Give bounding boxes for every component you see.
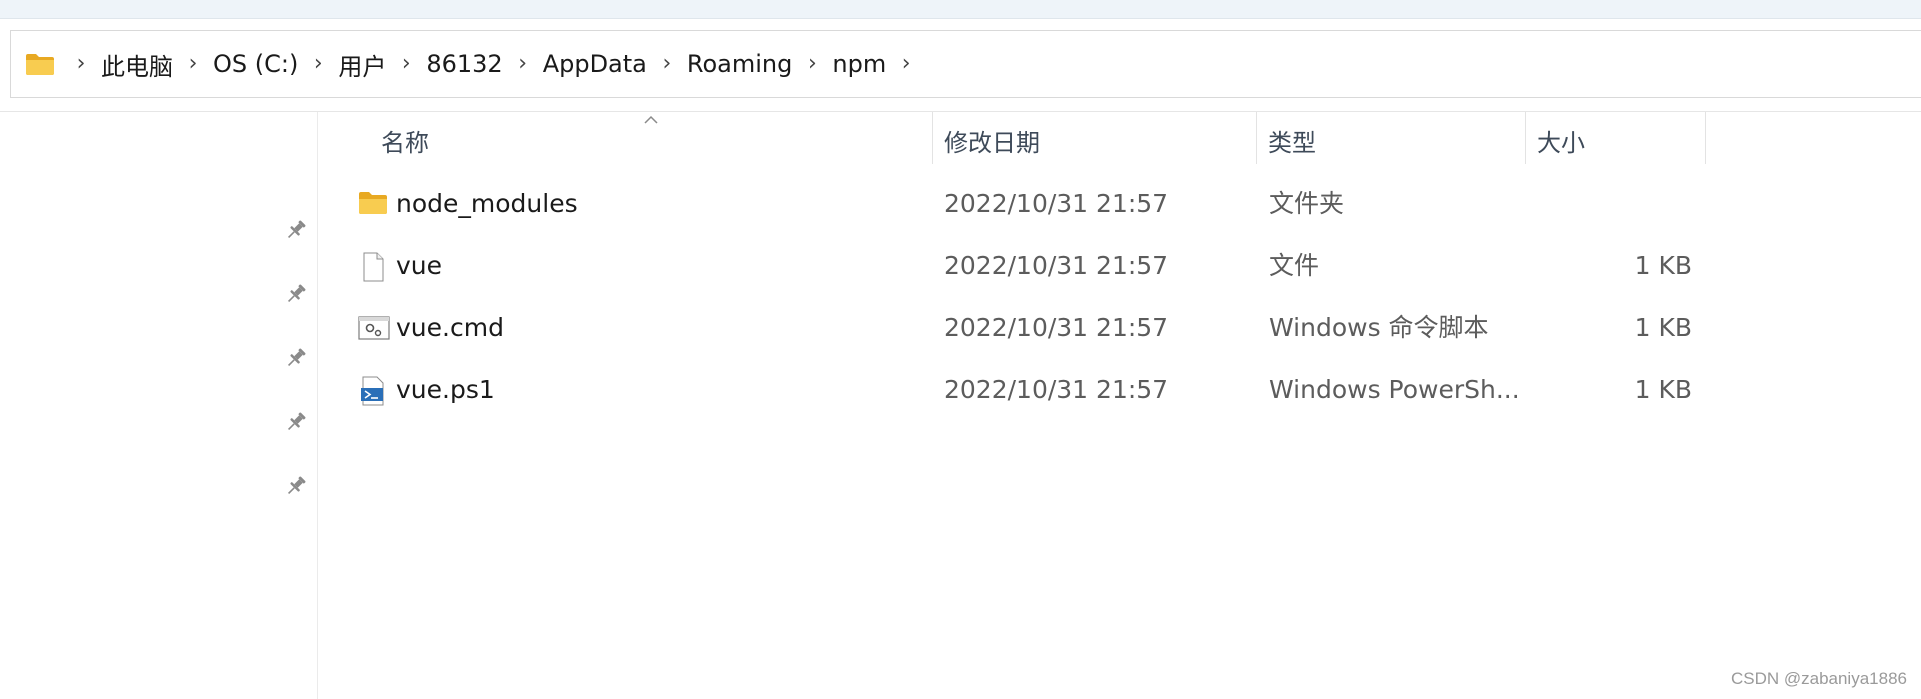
- breadcrumb-item-users[interactable]: 用户: [336, 45, 388, 84]
- column-divider[interactable]: [1705, 112, 1706, 164]
- column-header-name[interactable]: 名称: [381, 112, 429, 168]
- file-row[interactable]: vue.cmd 2022/10/31 21:57 Windows 命令脚本 1 …: [352, 300, 1700, 356]
- file-name: vue.cmd: [396, 313, 504, 342]
- title-strip: [0, 0, 1921, 19]
- cmd-script-icon: [358, 314, 390, 342]
- column-header-date[interactable]: 修改日期: [944, 112, 1040, 168]
- file-row[interactable]: node_modules 2022/10/31 21:57 文件夹: [352, 176, 1700, 232]
- file-row[interactable]: vue.ps1 2022/10/31 21:57 Windows PowerSh…: [352, 362, 1700, 418]
- column-divider[interactable]: [1525, 112, 1526, 164]
- breadcrumb-item-os-c[interactable]: OS (C:): [211, 48, 300, 80]
- chevron-right-icon[interactable]: ›: [802, 53, 822, 75]
- sidebar-divider: [317, 112, 318, 699]
- breadcrumb-item-appdata[interactable]: AppData: [541, 48, 649, 80]
- file-icon: [358, 252, 388, 282]
- chevron-right-icon[interactable]: ›: [71, 53, 91, 75]
- chevron-right-icon[interactable]: ›: [513, 53, 533, 75]
- file-date: 2022/10/31 21:57: [944, 375, 1169, 404]
- file-size: 1 KB: [1634, 375, 1692, 404]
- file-type: 文件: [1269, 251, 1320, 280]
- file-type: 文件夹: [1269, 189, 1345, 218]
- column-divider[interactable]: [1256, 112, 1257, 164]
- chevron-right-icon[interactable]: ›: [896, 53, 916, 75]
- file-date: 2022/10/31 21:57: [944, 251, 1169, 280]
- column-divider[interactable]: [932, 112, 933, 164]
- breadcrumb-item-this-pc[interactable]: 此电脑: [99, 45, 175, 84]
- file-date: 2022/10/31 21:57: [944, 189, 1169, 218]
- watermark: CSDN @zabaniya1886: [1730, 669, 1907, 688]
- file-size: 1 KB: [1634, 251, 1692, 280]
- folder-icon: [358, 190, 388, 218]
- chevron-right-icon[interactable]: ›: [183, 53, 203, 75]
- sort-ascending-icon: [643, 110, 659, 124]
- file-size: 1 KB: [1634, 313, 1692, 342]
- powershell-script-icon: [358, 376, 388, 406]
- file-date: 2022/10/31 21:57: [944, 313, 1169, 342]
- column-header-size[interactable]: 大小: [1537, 112, 1585, 168]
- file-name: node_modules: [396, 189, 578, 218]
- file-size: [1532, 176, 1692, 232]
- column-header-type[interactable]: 类型: [1268, 112, 1316, 168]
- chevron-right-icon[interactable]: ›: [396, 53, 416, 75]
- file-name: vue: [396, 251, 443, 280]
- file-type: Windows 命令脚本: [1269, 313, 1489, 342]
- pin-icon[interactable]: [284, 282, 308, 306]
- pin-icon[interactable]: [284, 474, 308, 498]
- file-row[interactable]: vue 2022/10/31 21:57 文件 1 KB: [352, 238, 1700, 294]
- folder-icon: [25, 52, 55, 76]
- pin-icon[interactable]: [284, 346, 308, 370]
- chevron-right-icon[interactable]: ›: [657, 53, 677, 75]
- pin-icon[interactable]: [284, 410, 308, 434]
- breadcrumb-item-npm[interactable]: npm: [830, 48, 888, 80]
- breadcrumb-item-roaming[interactable]: Roaming: [685, 48, 794, 80]
- breadcrumb-item-user[interactable]: 86132: [424, 48, 504, 80]
- chevron-right-icon[interactable]: ›: [308, 53, 328, 75]
- pin-icon[interactable]: [284, 218, 308, 242]
- file-name: vue.ps1: [396, 375, 495, 404]
- file-type: Windows PowerSh...: [1269, 375, 1520, 404]
- address-bar[interactable]: › 此电脑 › OS (C:) › 用户 › 86132 › AppData ›…: [10, 30, 1921, 98]
